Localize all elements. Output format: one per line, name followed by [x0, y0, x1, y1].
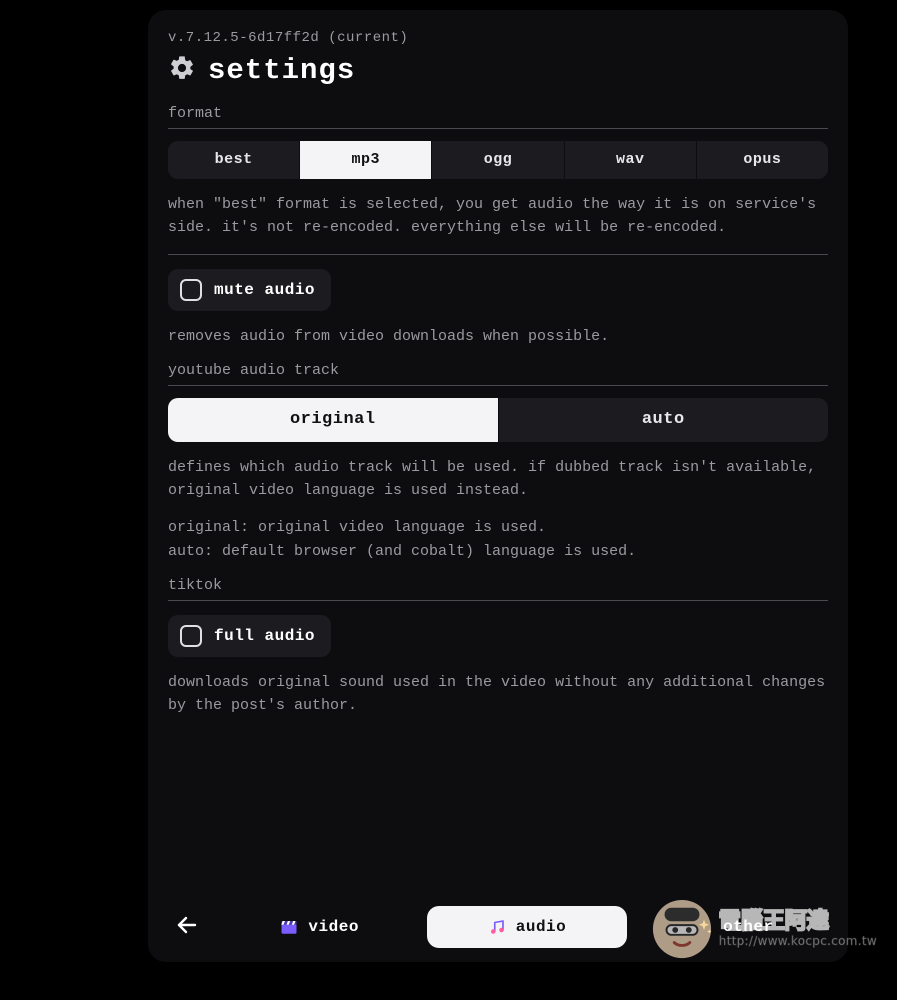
mute-audio-label: mute audio [214, 281, 315, 299]
yt-track-section-label: youtube audio track [168, 362, 828, 379]
back-button[interactable] [162, 906, 212, 948]
yt-track-hint: original: original video language is use… [168, 516, 828, 563]
divider [168, 600, 828, 601]
sparkle-icon [695, 918, 713, 936]
tab-label: other [723, 918, 774, 936]
footer-tabs: video audio other [148, 896, 848, 962]
version-string: v.7.12.5-6d17ff2d (current) [168, 30, 828, 46]
full-audio-label: full audio [214, 627, 315, 645]
yt-track-segmented-control: original auto [168, 398, 828, 442]
yt-track-description: defines which audio track will be used. … [168, 456, 828, 503]
divider [168, 254, 828, 255]
tiktok-section-label: tiktok [168, 577, 828, 594]
mute-audio-description: removes audio from video downloads when … [168, 325, 828, 348]
yt-track-option-original[interactable]: original [168, 398, 499, 442]
format-option-best[interactable]: best [168, 141, 300, 179]
clapper-icon [280, 918, 298, 936]
gear-icon [168, 54, 196, 87]
divider [168, 128, 828, 129]
settings-panel: v.7.12.5-6d17ff2d (current) settings for… [148, 10, 848, 962]
panel-body: v.7.12.5-6d17ff2d (current) settings for… [148, 10, 848, 896]
tab-label: video [308, 918, 359, 936]
arrow-left-icon [175, 913, 199, 942]
format-option-wav[interactable]: wav [565, 141, 697, 179]
format-description: when "best" format is selected, you get … [168, 193, 828, 240]
format-option-ogg[interactable]: ogg [432, 141, 564, 179]
tab-other[interactable]: other [635, 906, 834, 948]
tab-label: audio [516, 918, 567, 936]
mute-audio-checkbox[interactable]: mute audio [168, 269, 331, 311]
page-title: settings [208, 54, 355, 87]
checkbox-icon [180, 279, 202, 301]
format-segmented-control: best mp3 ogg wav opus [168, 141, 828, 179]
format-section-label: format [168, 105, 828, 122]
divider [168, 385, 828, 386]
format-option-opus[interactable]: opus [697, 141, 828, 179]
tab-audio[interactable]: audio [427, 906, 626, 948]
tab-video[interactable]: video [220, 906, 419, 948]
full-audio-checkbox[interactable]: full audio [168, 615, 331, 657]
checkbox-icon [180, 625, 202, 647]
full-audio-description: downloads original sound used in the vid… [168, 671, 828, 718]
music-icon [488, 918, 506, 936]
format-option-mp3[interactable]: mp3 [300, 141, 432, 179]
yt-track-option-auto[interactable]: auto [499, 398, 829, 442]
title-row: settings [168, 54, 828, 87]
